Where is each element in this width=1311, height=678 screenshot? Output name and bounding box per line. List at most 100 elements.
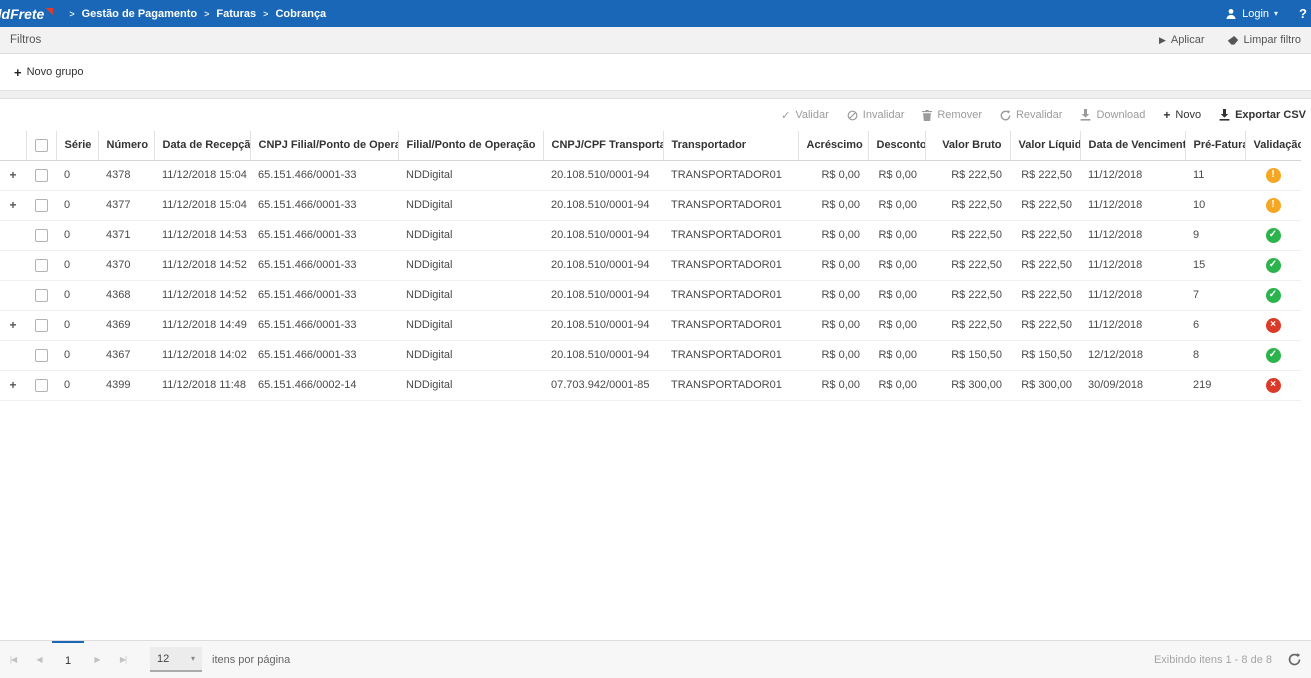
cell-filial: NDDigital — [398, 370, 543, 400]
apply-filter-button[interactable]: ▶ Aplicar — [1159, 34, 1205, 46]
cell-acrescimo: R$ 0,00 — [798, 160, 868, 190]
topbar-right: Login ▾ ? — [1225, 6, 1305, 21]
expand-row-button[interactable]: + — [9, 318, 16, 332]
revalidate-button[interactable]: Revalidar — [1000, 109, 1062, 121]
pager-right: Exibindo itens 1 - 8 de 8 — [1154, 641, 1311, 678]
column-header-data_vencimento[interactable]: Data de Vencimento — [1080, 131, 1185, 160]
cell-valor_bruto: R$ 222,50 — [925, 190, 1010, 220]
row-checkbox[interactable] — [35, 349, 48, 362]
table-header-row: SérieNúmeroData de Recepção↓CNPJ Filial/… — [0, 131, 1301, 160]
remove-button[interactable]: Remover — [922, 109, 982, 121]
grid-toolbar: ✓Validar Invalidar Remover Revalidar Downloa… — [0, 99, 1311, 131]
cell-cnpj_transportador: 20.108.510/0001-94 — [543, 160, 663, 190]
validate-button[interactable]: ✓Validar — [781, 109, 829, 122]
cell-filial: NDDigital — [398, 220, 543, 250]
group-panel: + Novo grupo — [0, 54, 1311, 90]
logo-flag-icon — [45, 8, 53, 16]
checkbox-cell — [26, 190, 56, 220]
checkbox-cell — [26, 220, 56, 250]
column-header-cnpj_filial[interactable]: CNPJ Filial/Ponto de Operação — [250, 131, 398, 160]
cell-transportador: TRANSPORTADOR01 — [663, 370, 798, 400]
column-header-data_recepcao[interactable]: Data de Recepção↓ — [154, 131, 250, 160]
breadcrumb-item[interactable]: Cobrança — [275, 8, 326, 20]
cell-serie: 0 — [56, 340, 98, 370]
topbar: ddFrete >Gestão de Pagamento>Faturas>Cob… — [0, 0, 1311, 27]
column-header-valor_liquido[interactable]: Valor Líquido — [1010, 131, 1080, 160]
cell-desconto: R$ 0,00 — [868, 190, 925, 220]
row-checkbox[interactable] — [35, 169, 48, 182]
column-label: Data de Vencimento — [1089, 139, 1186, 151]
column-header-filial[interactable]: Filial/Ponto de Operação — [398, 131, 543, 160]
refresh-button[interactable] — [1288, 653, 1301, 666]
pager-last-button[interactable]: ▶| — [110, 641, 136, 678]
help-button[interactable]: ? — [1299, 6, 1307, 21]
checkbox-cell — [26, 370, 56, 400]
new-button[interactable]: +Novo — [1163, 108, 1201, 122]
column-header-serie[interactable]: Série — [56, 131, 98, 160]
column-header-valor_bruto[interactable]: Valor Bruto — [925, 131, 1010, 160]
cell-transportador: TRANSPORTADOR01 — [663, 190, 798, 220]
filters-bar: Filtros ▶ Aplicar Limpar filtro — [0, 27, 1311, 54]
cell-transportador: TRANSPORTADOR01 — [663, 310, 798, 340]
cell-acrescimo: R$ 0,00 — [798, 370, 868, 400]
column-header-cnpj_transportador[interactable]: CNPJ/CPF Transportador — [543, 131, 663, 160]
expand-cell[interactable]: + — [0, 310, 26, 340]
prev-page-icon: ◀ — [36, 655, 41, 664]
user-icon — [1225, 8, 1237, 20]
row-checkbox[interactable] — [35, 259, 48, 272]
cell-transportador: TRANSPORTADOR01 — [663, 280, 798, 310]
cell-pre_fatura: 6 — [1185, 310, 1245, 340]
column-header-desconto[interactable]: Desconto — [868, 131, 925, 160]
section-divider — [0, 90, 1311, 99]
validation-success-icon: ✓ — [1266, 288, 1281, 303]
invalidate-button[interactable]: Invalidar — [847, 109, 905, 121]
row-checkbox[interactable] — [35, 379, 48, 392]
app-logo: ddFrete — [0, 6, 53, 22]
select-all-checkbox[interactable] — [35, 139, 48, 152]
expand-row-button[interactable]: + — [9, 198, 16, 212]
cell-valor_liquido: R$ 222,50 — [1010, 310, 1080, 340]
pager-prev-button[interactable]: ◀ — [26, 641, 52, 678]
expand-row-button[interactable]: + — [9, 378, 16, 392]
cell-data_recepcao: 11/12/2018 14:02 — [154, 340, 250, 370]
row-checkbox[interactable] — [35, 289, 48, 302]
refresh-icon — [1288, 653, 1301, 666]
clear-filter-button[interactable]: Limpar filtro — [1227, 34, 1301, 46]
expand-row-button[interactable]: + — [9, 168, 16, 182]
cell-desconto: R$ 0,00 — [868, 310, 925, 340]
login-menu[interactable]: Login ▾ — [1225, 8, 1278, 20]
cell-acrescimo: R$ 0,00 — [798, 340, 868, 370]
cell-validacao: ✓ — [1245, 280, 1301, 310]
export-csv-button[interactable]: Exportar CSV — [1219, 109, 1306, 121]
pager-next-button[interactable]: ▶ — [84, 641, 110, 678]
breadcrumb-item[interactable]: Faturas — [216, 8, 256, 20]
cell-acrescimo: R$ 0,00 — [798, 190, 868, 220]
login-label: Login — [1242, 8, 1269, 20]
expand-cell[interactable]: + — [0, 160, 26, 190]
download-button[interactable]: Download — [1080, 109, 1145, 121]
action-label: Exportar CSV — [1235, 109, 1306, 121]
expand-cell[interactable]: + — [0, 190, 26, 220]
cell-transportador: TRANSPORTADOR01 — [663, 220, 798, 250]
column-header-pre_fatura[interactable]: Pré-Fatura — [1185, 131, 1245, 160]
column-header-numero[interactable]: Número — [98, 131, 154, 160]
table-row: 0436811/12/2018 14:5265.151.466/0001-33N… — [0, 280, 1301, 310]
column-header-transportador[interactable]: Transportador — [663, 131, 798, 160]
pager-page-button[interactable]: 1 — [52, 641, 84, 678]
expand-cell[interactable]: + — [0, 370, 26, 400]
pager-first-button[interactable]: |◀ — [0, 641, 26, 678]
cell-acrescimo: R$ 0,00 — [798, 280, 868, 310]
expand-cell — [0, 340, 26, 370]
new-group-button[interactable]: + Novo grupo — [14, 65, 83, 80]
column-label: Data de Recepção — [163, 139, 251, 151]
page-size-select[interactable]: 12 ▾ — [150, 647, 202, 672]
column-header-validacao[interactable]: Validação — [1245, 131, 1301, 160]
row-checkbox[interactable] — [35, 199, 48, 212]
row-checkbox[interactable] — [35, 319, 48, 332]
table-row: 0437011/12/2018 14:5265.151.466/0001-33N… — [0, 250, 1301, 280]
breadcrumb-item[interactable]: Gestão de Pagamento — [82, 8, 198, 20]
row-checkbox[interactable] — [35, 229, 48, 242]
table-row: 0437111/12/2018 14:5365.151.466/0001-33N… — [0, 220, 1301, 250]
first-page-icon: |◀ — [10, 655, 16, 664]
column-header-acrescimo[interactable]: Acréscimo — [798, 131, 868, 160]
